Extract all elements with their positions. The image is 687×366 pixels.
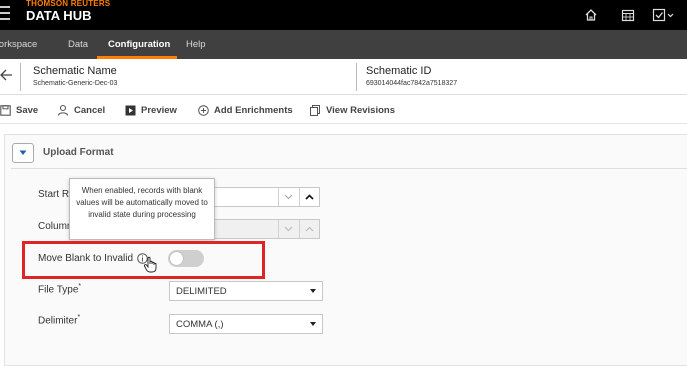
divider: [20, 63, 21, 91]
caret-down-icon: [19, 150, 27, 155]
save-label: Save: [16, 104, 39, 116]
schematic-header: Schematic Name Schematic-Generic-Dec-03 …: [0, 59, 687, 95]
add-enrichments-label: Add Enrichments: [214, 104, 293, 116]
schematic-name-label: Schematic Name: [33, 65, 117, 77]
save-button[interactable]: Save: [0, 96, 38, 124]
chevron-down-icon[interactable]: [278, 220, 298, 238]
schematic-id-label: Schematic ID: [366, 65, 432, 77]
cancel-user-icon: [57, 104, 69, 116]
column-input[interactable]: [208, 219, 320, 239]
cancel-button[interactable]: Cancel: [57, 96, 105, 124]
preview-label: Preview: [141, 104, 177, 116]
dropdown-caret-icon: [310, 322, 316, 326]
top-header: THOMSON REUTERS DATA HUB: [0, 0, 687, 30]
calendar-icon[interactable]: [617, 0, 639, 30]
view-revisions-button[interactable]: View Revisions: [310, 96, 395, 124]
delimiter-label: Delimiter*: [38, 314, 81, 327]
divider: [356, 63, 357, 91]
brand-company: THOMSON REUTERS: [26, 0, 111, 8]
save-icon: [0, 104, 11, 116]
file-type-value: DELIMITED: [176, 286, 227, 297]
section-divider: [11, 168, 687, 169]
home-icon[interactable]: [580, 0, 602, 30]
cancel-label: Cancel: [74, 104, 106, 116]
nav-configuration[interactable]: Configuration: [108, 30, 170, 59]
action-toolbar: Save Cancel Preview Add Enrichments View…: [0, 96, 687, 124]
preview-icon: [125, 105, 136, 115]
main-nav: Workspace Data Configuration Help: [0, 30, 687, 59]
chevron-up-icon[interactable]: [299, 188, 319, 206]
collapse-toggle-button[interactable]: [12, 143, 34, 163]
start-row-input[interactable]: [208, 187, 320, 207]
start-row-label: Start R: [38, 189, 70, 200]
column-label: Column: [38, 221, 73, 232]
schematic-name-value: Schematic-Generic-Dec-03: [33, 80, 118, 87]
delimiter-select[interactable]: COMMA (,): [169, 314, 323, 334]
file-type-select[interactable]: DELIMITED: [169, 281, 323, 301]
delimiter-value: COMMA (,): [176, 319, 224, 330]
hamburger-menu-icon[interactable]: [0, 6, 10, 22]
schematic-id-value: 693014044fac7842a7518327: [366, 80, 458, 87]
copy-icon: [310, 104, 320, 116]
view-revisions-label: View Revisions: [326, 104, 395, 116]
brand-product: DATA HUB: [26, 8, 92, 23]
back-arrow-icon[interactable]: [0, 67, 14, 88]
nav-data[interactable]: Data: [68, 30, 88, 59]
highlight-annotation: [22, 241, 265, 279]
nav-workspace[interactable]: Workspace: [0, 30, 37, 59]
dropdown-caret-icon: [310, 289, 316, 293]
add-circle-icon: [198, 104, 209, 116]
add-enrichments-button[interactable]: Add Enrichments: [198, 96, 293, 124]
file-type-label: File Type*: [38, 283, 82, 296]
preview-button[interactable]: Preview: [125, 96, 177, 124]
info-tooltip: When enabled, records with blank values …: [69, 178, 215, 240]
nav-help[interactable]: Help: [186, 30, 206, 59]
chevron-up-icon[interactable]: [299, 220, 319, 238]
chevron-down-icon[interactable]: [278, 188, 298, 206]
section-title: Upload Format: [43, 147, 114, 158]
task-dropdown-icon[interactable]: [651, 0, 677, 30]
